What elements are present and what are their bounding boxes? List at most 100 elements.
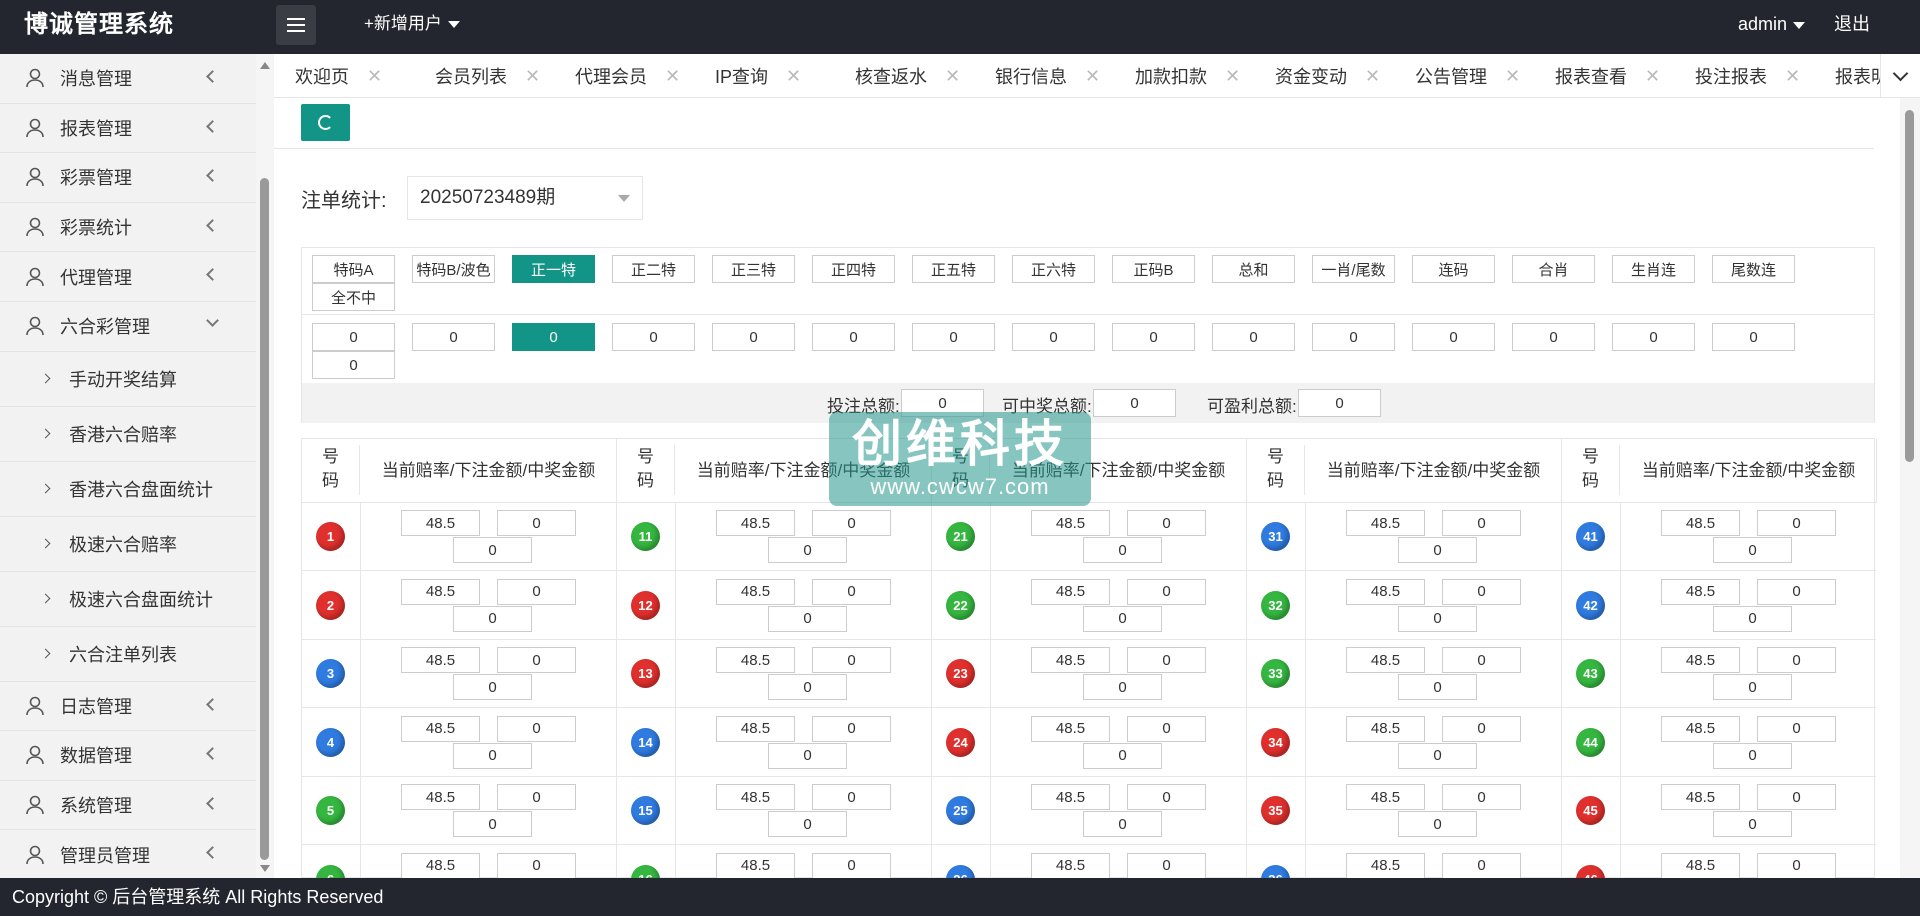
bet-type-button[interactable]: 正二特 (612, 255, 695, 283)
odds-input[interactable]: 48.5 (1031, 852, 1110, 878)
bet-amount-input[interactable]: 0 (1127, 578, 1206, 605)
odds-input[interactable]: 48.5 (1661, 510, 1740, 536)
bet-type-button[interactable]: 连码 (1412, 255, 1495, 283)
sidebar-item[interactable]: 日志管理 (0, 682, 256, 732)
bet-amount-input[interactable]: 0 (812, 784, 891, 810)
user-menu[interactable]: admin (1738, 0, 1806, 48)
bet-count-input[interactable]: 0 (312, 323, 395, 351)
profit-total-input[interactable]: 0 (1298, 389, 1381, 417)
odds-input[interactable]: 48.5 (1661, 852, 1740, 878)
sidebar-subitem[interactable]: 香港六合赔率 (0, 406, 256, 462)
close-icon[interactable]: ✕ (1785, 66, 1800, 87)
bet-amount-input[interactable]: 0 (812, 647, 891, 673)
add-user-menu[interactable]: +新增用户 (364, 0, 460, 48)
odds-input[interactable]: 48.5 (1346, 784, 1425, 810)
close-icon[interactable]: ✕ (1505, 66, 1520, 87)
bet-type-button[interactable]: 正一特 (512, 255, 595, 283)
bet-count-input[interactable]: 0 (912, 323, 995, 351)
logout-link[interactable]: 退出 (1834, 0, 1870, 48)
bet-amount-input[interactable]: 0 (1127, 784, 1206, 810)
sidebar-item[interactable]: 六合彩管理 (0, 302, 256, 352)
odds-input[interactable]: 48.5 (716, 578, 795, 605)
sidebar-item[interactable]: 管理员管理 (0, 830, 256, 878)
odds-input[interactable]: 48.5 (1661, 578, 1740, 605)
win-amount-input[interactable]: 0 (1083, 811, 1162, 837)
bet-amount-input[interactable]: 0 (1442, 510, 1521, 536)
bet-count-input[interactable]: 0 (712, 323, 795, 351)
odds-input[interactable]: 48.5 (1031, 647, 1110, 673)
win-amount-input[interactable]: 0 (1083, 674, 1162, 700)
win-amount-input[interactable]: 0 (453, 811, 532, 837)
win-amount-input[interactable]: 0 (1713, 742, 1792, 769)
bet-count-input[interactable]: 0 (1212, 323, 1295, 351)
win-amount-input[interactable]: 0 (1398, 742, 1477, 769)
refresh-button[interactable] (301, 104, 350, 141)
odds-input[interactable]: 48.5 (1346, 578, 1425, 605)
sidebar-subitem[interactable]: 六合注单列表 (0, 626, 256, 682)
odds-input[interactable]: 48.5 (716, 784, 795, 810)
scrollbar-thumb[interactable] (1905, 110, 1914, 462)
sidebar-item[interactable]: 代理管理 (0, 252, 256, 302)
bet-type-button[interactable]: 正码B (1112, 255, 1195, 283)
tab-more-button[interactable] (1880, 54, 1920, 97)
bet-amount-input[interactable]: 0 (1127, 852, 1206, 878)
odds-input[interactable]: 48.5 (401, 852, 480, 878)
win-amount-input[interactable]: 0 (768, 674, 847, 700)
win-amount-input[interactable]: 0 (453, 742, 532, 769)
odds-input[interactable]: 48.5 (401, 647, 480, 673)
bet-amount-input[interactable]: 0 (497, 578, 576, 605)
tab[interactable]: 银行信息 ✕ (974, 54, 1114, 97)
sidebar-item[interactable]: 报表管理 (0, 104, 256, 154)
bet-type-button[interactable]: 正六特 (1012, 255, 1095, 283)
odds-input[interactable]: 48.5 (1346, 647, 1425, 673)
bet-amount-input[interactable]: 0 (497, 647, 576, 673)
bet-count-input[interactable]: 0 (1012, 323, 1095, 351)
bet-count-input[interactable]: 0 (412, 323, 495, 351)
win-amount-input[interactable]: 0 (453, 605, 532, 632)
bet-count-input[interactable]: 0 (1612, 323, 1695, 351)
odds-input[interactable]: 48.5 (1661, 715, 1740, 742)
close-icon[interactable]: ✕ (525, 66, 540, 87)
win-amount-input[interactable]: 0 (768, 605, 847, 632)
bet-type-button[interactable]: 尾数连 (1712, 255, 1795, 283)
bet-type-button[interactable]: 特码B/波色 (412, 255, 495, 283)
odds-input[interactable]: 48.5 (1031, 715, 1110, 742)
win-amount-input[interactable]: 0 (453, 674, 532, 700)
odds-input[interactable]: 48.5 (716, 510, 795, 536)
win-amount-input[interactable]: 0 (1083, 537, 1162, 563)
tab[interactable]: 公告管理 ✕ (1394, 54, 1534, 97)
bet-amount-input[interactable]: 0 (812, 715, 891, 742)
win-amount-input[interactable]: 0 (1398, 605, 1477, 632)
win-total-input[interactable]: 0 (1093, 389, 1176, 417)
bet-type-button[interactable]: 生肖连 (1612, 255, 1695, 283)
odds-input[interactable]: 48.5 (1346, 852, 1425, 878)
odds-input[interactable]: 48.5 (1661, 784, 1740, 810)
scroll-down-icon[interactable] (260, 865, 270, 872)
close-icon[interactable]: ✕ (665, 66, 680, 87)
bet-amount-input[interactable]: 0 (1127, 715, 1206, 742)
sidebar-scrollbar[interactable] (256, 54, 274, 878)
bet-amount-input[interactable]: 0 (497, 510, 576, 536)
bet-amount-input[interactable]: 0 (812, 510, 891, 536)
bet-amount-input[interactable]: 0 (1757, 578, 1836, 605)
bet-count-input[interactable]: 0 (1112, 323, 1195, 351)
close-icon[interactable]: ✕ (786, 66, 801, 87)
close-icon[interactable]: ✕ (367, 66, 382, 87)
win-amount-input[interactable]: 0 (1398, 811, 1477, 837)
bet-count-input[interactable]: 0 (312, 351, 395, 379)
close-icon[interactable]: ✕ (1085, 66, 1100, 87)
odds-input[interactable]: 48.5 (1346, 510, 1425, 536)
odds-input[interactable]: 48.5 (401, 578, 480, 605)
bet-amount-input[interactable]: 0 (1757, 852, 1836, 878)
content-scrollbar[interactable] (1900, 98, 1920, 878)
win-amount-input[interactable]: 0 (1083, 605, 1162, 632)
odds-input[interactable]: 48.5 (1031, 784, 1110, 810)
bet-type-button[interactable]: 全不中 (312, 283, 395, 311)
bet-type-button[interactable]: 特码A (312, 255, 395, 283)
close-icon[interactable]: ✕ (1225, 66, 1240, 87)
win-amount-input[interactable]: 0 (1083, 742, 1162, 769)
win-amount-input[interactable]: 0 (1398, 674, 1477, 700)
tab[interactable]: 会员列表 ✕ (414, 54, 554, 97)
bet-type-button[interactable]: 正五特 (912, 255, 995, 283)
odds-input[interactable]: 48.5 (716, 715, 795, 742)
